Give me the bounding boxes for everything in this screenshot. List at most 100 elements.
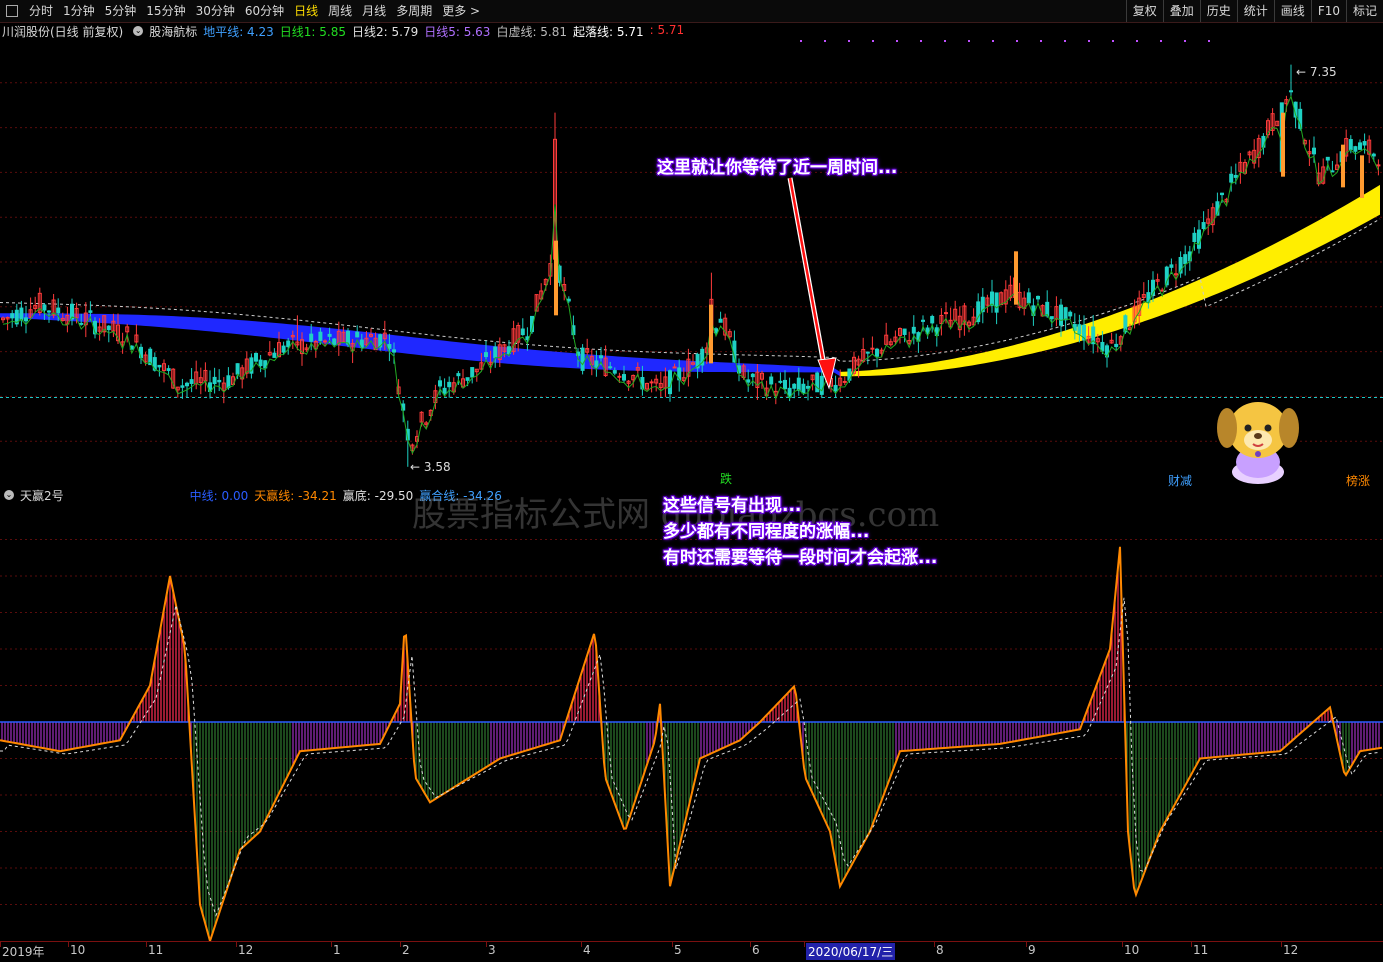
candle-body <box>10 313 15 319</box>
chevron-down-icon[interactable]: ⌄ <box>4 490 14 500</box>
candle-body <box>994 292 999 313</box>
date-axis-label-0: 2019年 <box>2 945 45 959</box>
candle-body <box>1169 264 1174 268</box>
period-tab-10[interactable]: 更多 > <box>437 0 485 22</box>
date-axis-tick <box>672 942 673 947</box>
window-icon[interactable] <box>6 5 18 17</box>
date-axis-label-2: 11 <box>148 943 164 957</box>
signal-dot <box>1016 40 1018 42</box>
period-tab-5[interactable]: 60分钟 <box>240 0 289 22</box>
date-axis-tick <box>804 942 805 947</box>
main-legend-item-4: 白虚线: 5.81 <box>496 24 568 39</box>
indicator-name[interactable]: 股海航标 <box>149 23 197 40</box>
candle-body <box>1330 170 1335 173</box>
date-axis-label-15: 12 <box>1283 943 1299 957</box>
candle-body <box>212 376 217 385</box>
toolbar-button-6[interactable]: 标记 <box>1345 0 1383 22</box>
signal-bar <box>709 304 713 364</box>
candle-body <box>387 344 392 349</box>
candle-body <box>622 374 626 381</box>
signal-bar <box>1341 144 1345 188</box>
date-axis-tick <box>1191 942 1192 947</box>
legend-items: 地平线: 4.23 日线1: 5.85 日线2: 5.79 日线5: 5.63 白虚线:… <box>203 23 690 40</box>
candle-body <box>1192 232 1197 243</box>
signal-dot <box>896 40 898 42</box>
period-tab-7[interactable]: 周线 <box>323 0 357 22</box>
dog-mascot-icon <box>1217 402 1299 484</box>
candle-body <box>88 310 93 313</box>
date-axis-tick <box>934 942 935 947</box>
toolbar-button-2[interactable]: 历史 <box>1199 0 1237 22</box>
period-tab-0[interactable]: 分时 <box>24 0 58 22</box>
candle-body <box>1183 254 1188 265</box>
date-axis-label-13: 10 <box>1124 943 1140 957</box>
chevron-down-icon[interactable]: ⌄ <box>133 26 144 36</box>
candle-body <box>1362 141 1367 146</box>
white-dashed-line <box>0 218 1381 362</box>
period-tab-1[interactable]: 1分钟 <box>58 0 100 22</box>
candle-body <box>778 380 783 383</box>
date-axis-tick <box>68 942 69 947</box>
candle-body <box>493 346 498 359</box>
sub-indicator-name[interactable]: 天赢2号 <box>20 487 64 504</box>
candle-body <box>599 355 603 359</box>
candle-body <box>870 347 875 350</box>
date-axis-label-6: 3 <box>488 943 496 957</box>
candle-body <box>286 340 291 348</box>
candle-body <box>106 325 111 331</box>
signal-tag-caijian: 财减 <box>1168 474 1193 488</box>
main-legend-item-3: 日线5: 5.63 <box>424 24 491 39</box>
candle-body <box>1348 139 1353 150</box>
candle-body <box>1049 316 1054 320</box>
period-tab-9[interactable]: 多周期 <box>391 0 437 22</box>
candle-body <box>796 377 801 391</box>
main-price-chart[interactable]: ← 7.35 ← 3.58 <box>0 38 1383 486</box>
main-legend-item-0: 地平线: 4.23 <box>203 24 274 39</box>
date-axis-label-7: 4 <box>583 943 591 957</box>
candle-body <box>930 315 935 324</box>
period-tab-2[interactable]: 5分钟 <box>100 0 142 22</box>
toolbar-button-5[interactable]: F10 <box>1310 0 1346 22</box>
candle-body <box>47 310 51 313</box>
signal-dot <box>848 40 850 42</box>
candle-body <box>1229 173 1234 183</box>
toolbar-button-3[interactable]: 统计 <box>1236 0 1274 22</box>
candle-body <box>79 322 84 325</box>
date-axis-tick <box>146 942 147 947</box>
period-tab-6[interactable]: 日线 <box>289 0 323 22</box>
candle-body <box>1036 295 1040 300</box>
price-high-label: ← 7.35 <box>1296 65 1337 79</box>
date-axis-label-8: 5 <box>674 943 682 957</box>
signal-dot <box>872 40 874 42</box>
candle-body <box>1068 311 1073 317</box>
candle-body <box>235 363 240 375</box>
period-tab-3[interactable]: 15分钟 <box>141 0 190 22</box>
signal-dot <box>1160 40 1162 42</box>
signal-dot <box>944 40 946 42</box>
candle-body <box>318 331 323 341</box>
candle-body <box>1045 301 1050 317</box>
candle-body <box>668 370 672 395</box>
candle-body <box>783 379 787 390</box>
candle-body <box>672 366 677 369</box>
period-tab-4[interactable]: 30分钟 <box>191 0 240 22</box>
date-axis-label-3: 12 <box>238 943 254 957</box>
date-axis-label-1: 10 <box>70 943 86 957</box>
candle-body <box>327 333 332 337</box>
candle-body <box>355 331 360 338</box>
candle-body <box>272 352 277 358</box>
toolbar-button-1[interactable]: 叠加 <box>1162 0 1200 22</box>
candle-body <box>520 328 525 336</box>
date-axis-tick <box>0 942 1 947</box>
period-tab-8[interactable]: 月线 <box>357 0 391 22</box>
toolbar-button-0[interactable]: 复权 <box>1125 0 1163 22</box>
candle-body <box>346 330 350 345</box>
ma-band-yellow <box>840 184 1380 377</box>
sub-legend-item-1: 天赢线: -34.21 <box>254 488 337 503</box>
sub-indicator-chart[interactable] <box>0 503 1383 941</box>
annotation-arrow <box>788 177 828 377</box>
candle-body <box>902 328 907 335</box>
toolbar-button-4[interactable]: 画线 <box>1273 0 1311 22</box>
candle-body <box>189 379 194 384</box>
date-axis-label-10: 2020/06/17/三 <box>806 943 896 960</box>
